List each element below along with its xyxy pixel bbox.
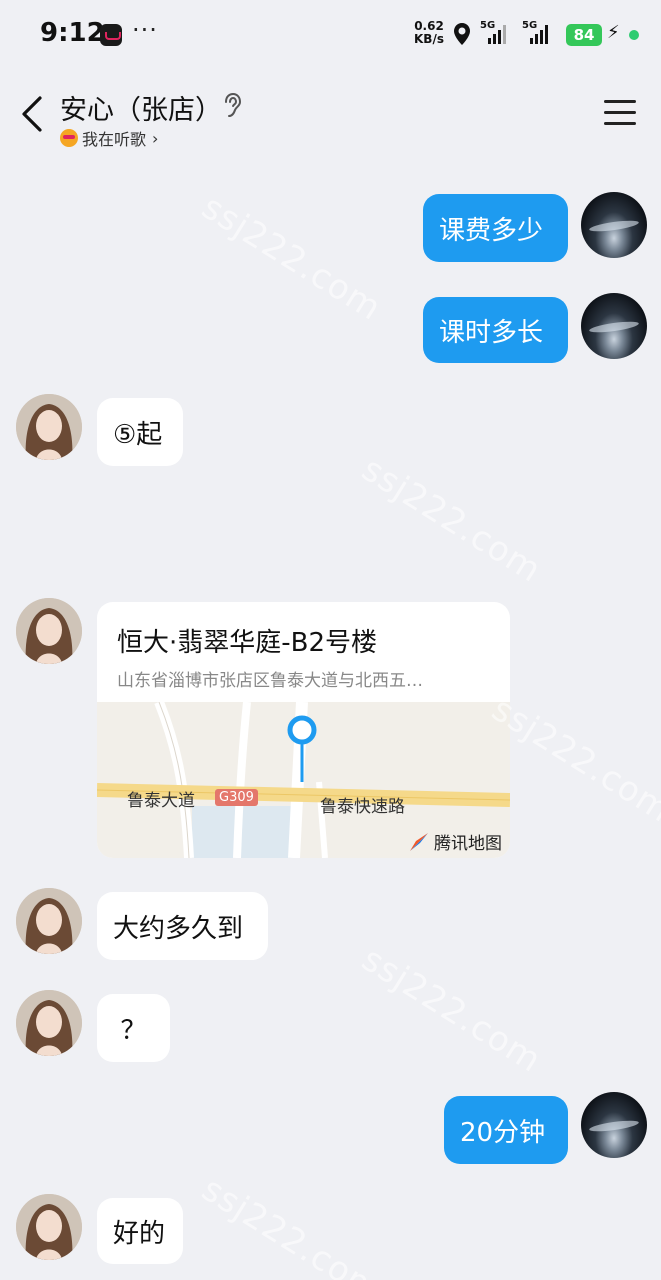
contact-avatar-image xyxy=(16,394,82,460)
message-bubble-other[interactable]: ⑤起 xyxy=(97,398,183,466)
network-speed-unit: KB/s xyxy=(414,32,444,46)
self-avatar[interactable] xyxy=(581,192,647,258)
message-bubble-self[interactable]: 课时多长 xyxy=(423,297,568,363)
contact-avatar-image xyxy=(16,598,82,664)
map-brand-text: 腾讯地图 xyxy=(434,834,502,854)
chat-title[interactable]: 安心（张店） xyxy=(60,88,222,127)
message-bubble-other[interactable]: ？ xyxy=(97,994,170,1062)
contact-avatar[interactable] xyxy=(16,394,82,460)
contact-avatar[interactable] xyxy=(16,598,82,664)
contact-avatar[interactable] xyxy=(16,990,82,1056)
network-speed: 0.62 KB/s xyxy=(414,20,444,46)
status-bar: 9:12 ··· 0.62 KB/s 5G 5G 84 ⚡ xyxy=(0,0,661,70)
map-brand: 腾讯地图 xyxy=(408,829,502,854)
watermark: ssj222.com xyxy=(484,689,661,831)
contact-avatar[interactable] xyxy=(16,1194,82,1260)
message-bubble-other[interactable]: 大约多久到 xyxy=(97,892,268,960)
contact-avatar-image xyxy=(16,888,82,954)
self-avatar[interactable] xyxy=(581,293,647,359)
map-pin-icon xyxy=(287,715,317,782)
message-bubble-self[interactable]: 20分钟 xyxy=(444,1096,568,1164)
message-bubble-self[interactable]: 课费多少 xyxy=(423,194,568,262)
menu-icon[interactable] xyxy=(604,100,636,126)
location-address: 山东省淄博市张店区鲁泰大道与北西五… xyxy=(117,671,423,691)
tencent-maps-logo-icon xyxy=(410,832,428,851)
more-notifications-icon: ··· xyxy=(132,16,158,44)
map-preview[interactable]: 鲁泰大道 G309 鲁泰快速路 腾讯地图 xyxy=(97,702,510,858)
self-avatar[interactable] xyxy=(581,1092,647,1158)
watermark: ssj222.com xyxy=(194,187,389,329)
back-icon[interactable] xyxy=(20,94,44,134)
privacy-indicator-dot xyxy=(629,30,639,40)
app-icon xyxy=(100,24,122,46)
location-title: 恒大·翡翠华庭-B2号楼 xyxy=(117,628,378,658)
contact-avatar-image xyxy=(16,990,82,1056)
charging-icon: ⚡ xyxy=(607,22,620,43)
map-road-label: 鲁泰大道 xyxy=(127,791,195,811)
contact-avatar[interactable] xyxy=(16,888,82,954)
watermark: ssj222.com xyxy=(354,449,549,591)
status-subtitle-text: 我在听歌 xyxy=(82,130,147,149)
watermark: ssj222.com xyxy=(194,1169,389,1280)
map-road-label: 鲁泰快速路 xyxy=(320,797,405,817)
battery-indicator: 84 xyxy=(566,24,602,46)
contact-avatar-image xyxy=(16,1194,82,1260)
location-card[interactable]: 恒大·翡翠华庭-B2号楼 山东省淄博市张店区鲁泰大道与北西五… 鲁泰大道 G30… xyxy=(97,602,510,858)
watermark: ssj222.com xyxy=(354,939,549,1081)
highway-badge: G309 xyxy=(215,789,258,806)
chat-header: 安心（张店） 我在听歌 › xyxy=(0,70,661,160)
status-subtitle[interactable]: 我在听歌 › xyxy=(60,126,158,150)
chevron-right-icon: › xyxy=(152,128,159,148)
status-time: 9:12 xyxy=(40,18,105,48)
ear-icon[interactable] xyxy=(222,92,242,118)
music-emoji-icon xyxy=(60,129,78,147)
message-bubble-other[interactable]: 好的 xyxy=(97,1198,183,1264)
location-icon xyxy=(454,23,470,45)
